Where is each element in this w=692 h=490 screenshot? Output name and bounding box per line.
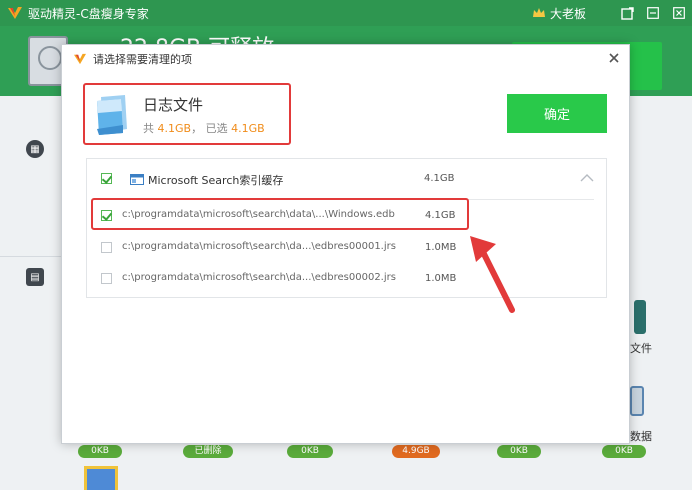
group-row[interactable]: Microsoft Search索引缓存 4.1GB <box>87 165 606 193</box>
app-logo-icon <box>8 7 22 19</box>
size-pill: 4.9GB <box>392 445 440 458</box>
confirm-button[interactable]: 确定 <box>507 94 607 133</box>
minimize-icon <box>647 7 659 19</box>
sidebar-divider <box>0 256 70 257</box>
crown-icon <box>532 8 545 17</box>
bg-right-label-1: 文件 <box>630 342 652 355</box>
size-pill: 0KB <box>287 445 333 458</box>
total-prefix: 共 <box>143 122 154 135</box>
file-row[interactable]: c:\programdata\microsoft\search\da...\ed… <box>87 265 606 293</box>
app-titlebar: 驱动精灵-C盘瘦身专家 大老板 <box>0 0 692 26</box>
chevron-up-icon[interactable] <box>580 173 594 183</box>
file-checkbox[interactable] <box>101 273 112 284</box>
file-row[interactable]: c:\programdata\microsoft\search\da...\ed… <box>87 234 606 262</box>
summary-highlight-box: 日志文件 共 4.1GB， 已选 4.1GB <box>83 83 291 145</box>
total-size: 4.1GB <box>157 122 192 135</box>
boss-button[interactable]: 大老板 <box>550 5 586 22</box>
summary-separator: ， <box>191 122 203 135</box>
group-checkbox[interactable] <box>101 173 112 184</box>
cleanup-dialog: 请选择需要清理的项 日志文件 共 4.1GB， 已选 4.1GB 确定 Micr… <box>61 44 630 444</box>
size-pill: 0KB <box>602 445 646 458</box>
file-size: 1.0MB <box>425 242 457 253</box>
file-checkbox[interactable] <box>101 242 112 253</box>
bg-right-label-2: 数据 <box>630 430 652 443</box>
selected-prefix: 已选 <box>205 122 228 135</box>
apps-grid-icon[interactable]: ▦ <box>26 140 44 158</box>
titlebar-controls: 大老板 <box>532 0 692 26</box>
size-pill: 0KB <box>78 445 122 458</box>
bg-right-column: 文件 数据 <box>630 96 692 490</box>
annotation-arrow-icon <box>470 236 515 313</box>
summary-size-line: 共 4.1GB， 已选 4.1GB <box>143 120 265 136</box>
feedback-button[interactable] <box>614 0 640 26</box>
dialog-title: 请选择需要清理的项 <box>93 53 192 66</box>
size-pill: 0KB <box>497 445 541 458</box>
bg-image-thumbnail <box>84 466 118 490</box>
close-icon <box>609 53 619 63</box>
bg-tile-teal <box>634 300 646 334</box>
window-app-icon <box>130 174 144 185</box>
file-path: c:\programdata\microsoft\search\da...\ed… <box>122 272 396 283</box>
app-title: 驱动精灵-C盘瘦身专家 <box>28 6 149 21</box>
file-size: 1.0MB <box>425 273 457 284</box>
dialog-close-button[interactable] <box>605 49 623 67</box>
edit-icon <box>620 6 634 20</box>
dialog-logo-icon <box>74 53 86 65</box>
minimize-button[interactable] <box>640 0 666 26</box>
dialog-header: 请选择需要清理的项 <box>62 45 629 73</box>
size-pill: 已删除 <box>183 445 233 458</box>
log-file-icon <box>97 95 127 135</box>
bg-sidebar: ▦ ▤ <box>0 96 70 490</box>
bg-bottom-strip <box>60 444 692 490</box>
category-title: 日志文件 <box>143 96 204 114</box>
bg-tile-doc <box>630 386 644 416</box>
group-label: Microsoft Search索引缓存 <box>148 174 284 187</box>
calendar-icon[interactable]: ▤ <box>26 268 44 286</box>
file-path: c:\programdata\microsoft\search\da...\ed… <box>122 241 396 252</box>
selected-size: 4.1GB <box>231 122 265 135</box>
group-size: 4.1GB <box>424 173 455 184</box>
item-highlight-box <box>91 198 469 230</box>
window-close-button[interactable] <box>666 0 692 26</box>
window-close-icon <box>673 7 685 19</box>
